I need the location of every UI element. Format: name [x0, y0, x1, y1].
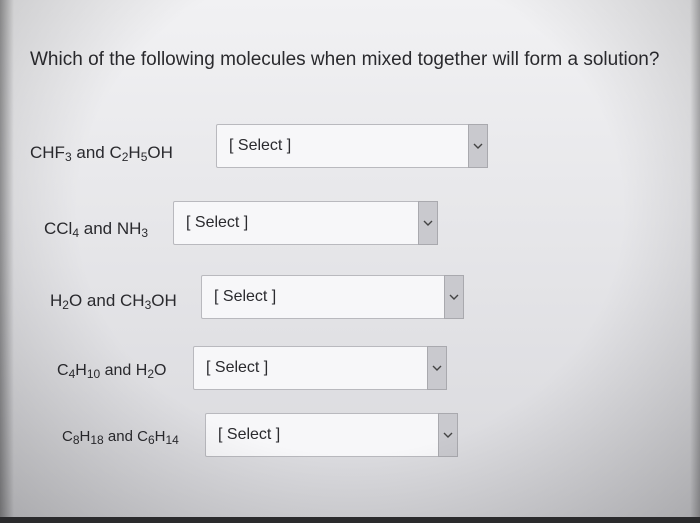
select-dropdown-2[interactable]: [ Select ]: [173, 201, 438, 245]
chevron-down-icon[interactable]: [427, 346, 447, 390]
pair-label-5: C8H18 and C6H14: [62, 428, 179, 447]
select-value: [ Select ]: [214, 288, 277, 305]
quiz-screen: Which of the following molecules when mi…: [0, 0, 700, 523]
chevron-down-icon[interactable]: [468, 124, 488, 168]
select-value: [ Select ]: [229, 137, 292, 154]
select-dropdown-4[interactable]: [ Select ]: [193, 346, 447, 390]
chevron-down-icon[interactable]: [418, 201, 438, 245]
select-dropdown-5[interactable]: [ Select ]: [205, 413, 458, 457]
select-dropdown-3[interactable]: [ Select ]: [201, 275, 464, 319]
select-value: [ Select ]: [218, 426, 281, 443]
select-value: [ Select ]: [186, 214, 249, 231]
monitor-bezel: [0, 517, 700, 523]
chevron-down-icon[interactable]: [444, 275, 464, 319]
question-text: Which of the following molecules when mi…: [30, 49, 660, 70]
pair-label-2: CCl4 and NH3: [44, 219, 149, 240]
select-dropdown-1[interactable]: [ Select ]: [216, 124, 488, 168]
pair-label-3: H2O and CH3OH: [50, 291, 177, 312]
pair-label-4: C4H10 and H2O: [57, 362, 167, 381]
pair-label-1: CHF3 and C2H5OH: [30, 143, 173, 164]
select-value: [ Select ]: [206, 359, 269, 376]
chevron-down-icon[interactable]: [438, 413, 458, 457]
